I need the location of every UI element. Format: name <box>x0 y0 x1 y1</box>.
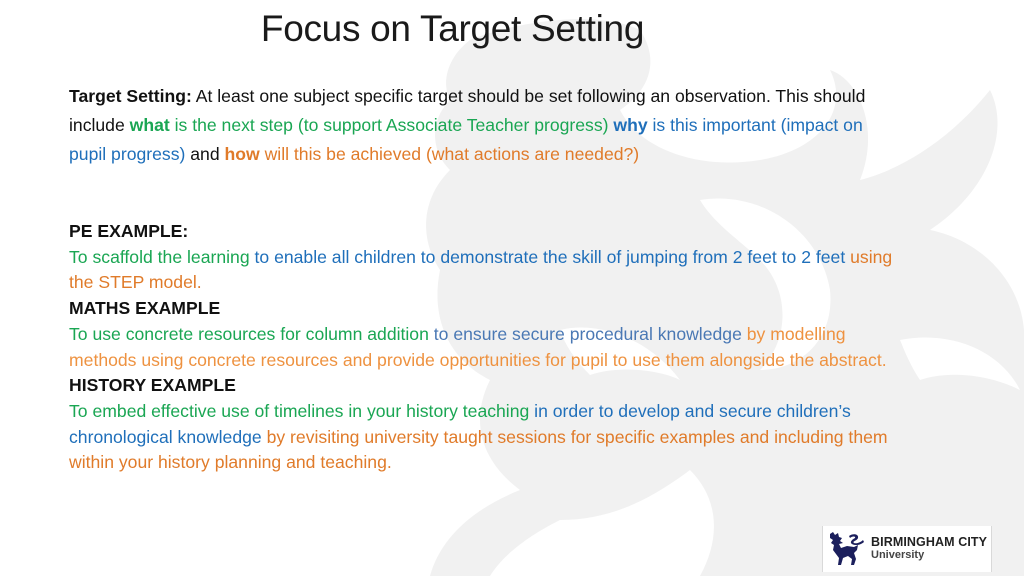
and-text: and <box>185 144 225 164</box>
slide-title: Focus on Target Setting <box>260 8 645 49</box>
what-keyword: what <box>129 115 170 135</box>
example-what: To embed effective use of timelines in y… <box>69 400 530 421</box>
why-keyword: why <box>613 115 648 135</box>
example-body: To scaffold the learning to enable all c… <box>69 245 909 296</box>
university-logo: BIRMINGHAM CITY University <box>822 526 992 572</box>
intro-label: Target Setting: <box>69 86 192 106</box>
example-what: To scaffold the learning <box>69 246 250 267</box>
logo-name: BIRMINGHAM CITY <box>871 535 988 549</box>
example-body: To embed effective use of timelines in y… <box>69 399 909 476</box>
how-description: will this be achieved (what actions are … <box>259 144 640 164</box>
example-heading: PE EXAMPLE: <box>69 221 189 241</box>
example-heading: MATHS EXAMPLE <box>69 298 221 319</box>
example-heading: HISTORY EXAMPLE <box>69 375 236 396</box>
logo-subname: University <box>871 549 925 561</box>
logo-text: BIRMINGHAM CITY University <box>871 536 987 562</box>
examples-list: PE EXAMPLE: To scaffold the learning to … <box>69 219 909 476</box>
example-maths: MATHS EXAMPLE To use concrete resources … <box>69 296 909 373</box>
example-why: to enable all children to demonstrate th… <box>249 246 846 267</box>
example-pe: PE EXAMPLE: To scaffold the learning to … <box>69 219 909 296</box>
target-setting-intro: Target Setting: At least one subject spe… <box>69 82 899 169</box>
how-keyword: how <box>224 144 260 164</box>
example-why: to ensure secure procedural knowledge <box>428 323 742 344</box>
what-description: is the next step (to support Associate T… <box>169 115 614 135</box>
example-what: To use concrete resources for column add… <box>69 323 429 344</box>
example-body: To use concrete resources for column add… <box>69 322 909 373</box>
example-history: HISTORY EXAMPLE To embed effective use o… <box>69 373 909 476</box>
lion-rampant-icon <box>830 532 864 565</box>
